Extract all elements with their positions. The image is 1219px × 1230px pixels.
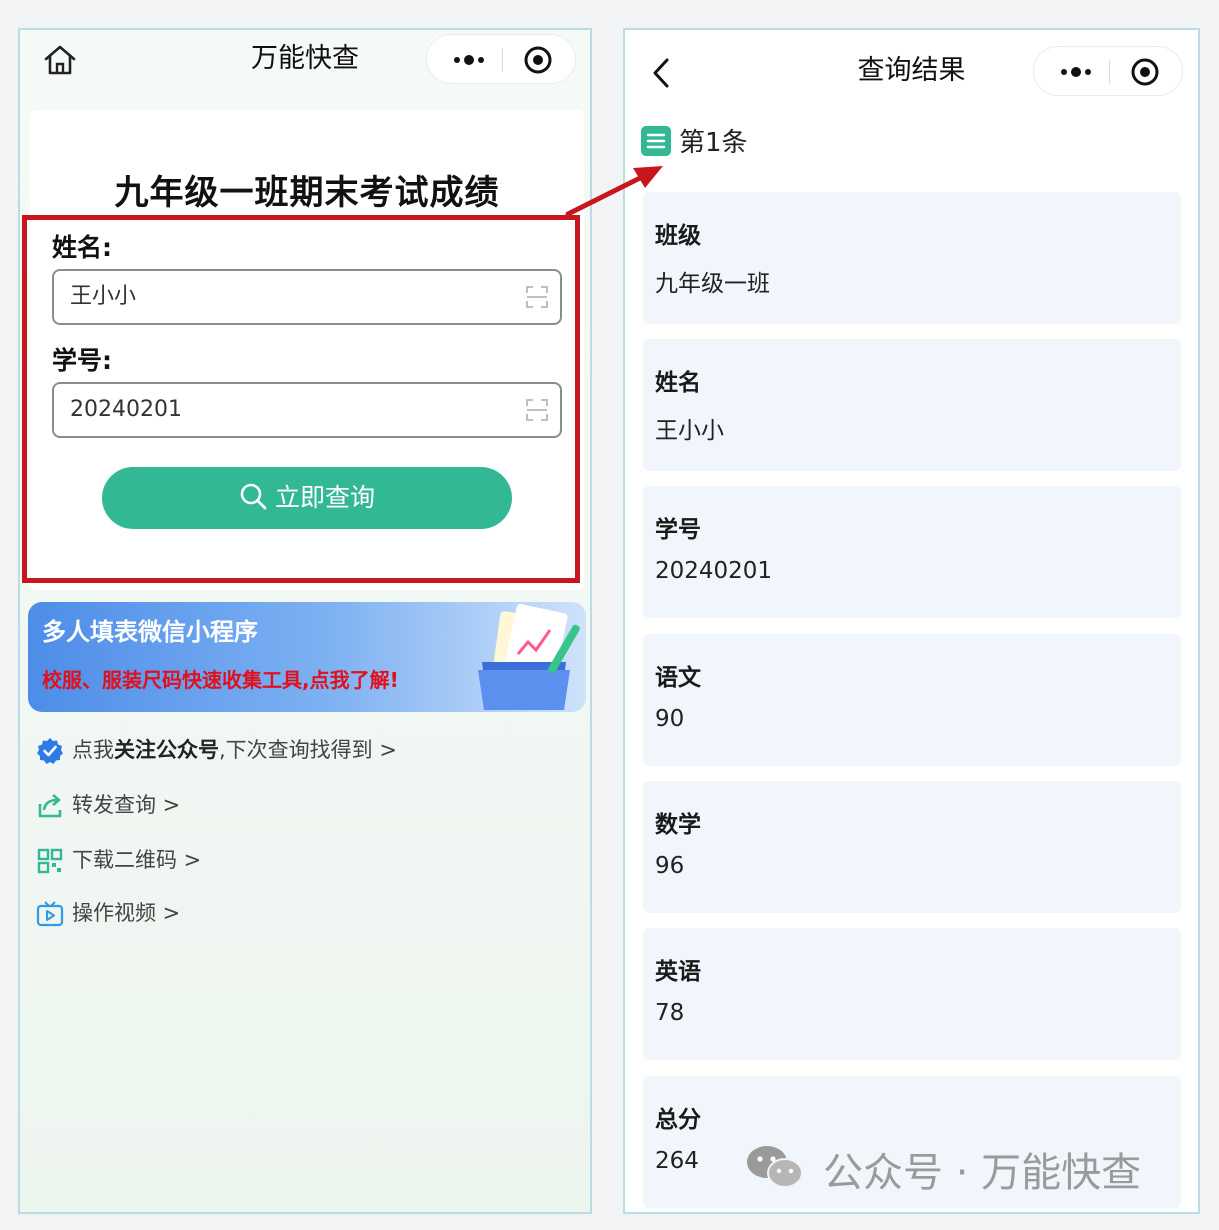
mini-program-capsule xyxy=(1033,46,1183,96)
follow-link-emphasis: 关注公众号 xyxy=(114,738,219,762)
wechat-icon xyxy=(747,1146,803,1188)
result-field-card: 英语 78 xyxy=(643,928,1181,1060)
field-label: 总分 xyxy=(655,1107,701,1133)
close-target-icon[interactable] xyxy=(1130,57,1160,87)
result-field-card: 班级 九年级一班 xyxy=(643,192,1181,324)
download-qr-label: 下载二维码 > xyxy=(72,848,202,872)
follow-link-suffix: ,下次查询找得到 > xyxy=(219,738,397,762)
capsule-divider xyxy=(502,48,503,72)
result-field-card: 学号 20240201 xyxy=(643,486,1181,618)
qr-code-icon xyxy=(37,848,63,874)
right-nav-bar: 查询结果 xyxy=(625,30,1198,110)
capsule-divider xyxy=(1109,60,1110,84)
field-value: 王小小 xyxy=(655,418,724,444)
field-label: 姓名 xyxy=(655,370,701,396)
close-target-icon[interactable] xyxy=(523,45,553,75)
mini-program-capsule xyxy=(426,34,576,84)
form-folder-illustration xyxy=(478,604,580,710)
field-label: 班级 xyxy=(655,223,701,249)
field-value: 96 xyxy=(655,853,685,879)
banner-subtitle: 校服、服装尺码快速收集工具,点我了解! xyxy=(42,668,399,692)
more-dots-icon[interactable] xyxy=(449,35,489,85)
result-field-card: 数学 96 xyxy=(643,781,1181,913)
field-value: 90 xyxy=(655,706,685,732)
banner-title: 多人填表微信小程序 xyxy=(42,618,258,646)
form-title: 九年级一班期末考试成绩 xyxy=(114,173,500,213)
left-nav-bar: 万能快查 xyxy=(20,30,590,104)
share-link-label: 转发查询 > xyxy=(72,793,181,817)
video-play-icon xyxy=(36,901,64,927)
query-page: 万能快查 九年级一班期末考试成绩 姓名: 王小小 学号: 20240201 立即… xyxy=(18,28,592,1214)
result-page: 查询结果 第1条 班级 九年级一班 姓名 王小小 学号 20240201 语文 xyxy=(623,28,1200,1214)
more-dots-icon[interactable] xyxy=(1056,47,1096,97)
field-label: 学号 xyxy=(655,517,701,543)
result-field-card: 语文 90 xyxy=(643,634,1181,766)
field-label: 语文 xyxy=(655,665,701,691)
tutorial-video-label: 操作视频 > xyxy=(72,901,181,925)
promo-banner[interactable]: 多人填表微信小程序 校服、服装尺码快速收集工具,点我了解! xyxy=(28,602,586,712)
list-doc-icon xyxy=(641,126,671,156)
field-value: 78 xyxy=(655,1000,685,1026)
field-label: 英语 xyxy=(655,959,701,985)
verified-badge-icon xyxy=(37,738,63,764)
follow-link-prefix: 点我 xyxy=(72,738,114,762)
highlight-frame xyxy=(22,215,580,583)
field-value: 九年级一班 xyxy=(655,271,770,297)
result-index: 第1条 xyxy=(679,128,748,158)
watermark-text: 公众号 · 万能快查 xyxy=(823,1150,1142,1196)
field-value: 264 xyxy=(655,1148,699,1174)
field-value: 20240201 xyxy=(655,558,773,584)
share-icon xyxy=(38,794,62,818)
field-label: 数学 xyxy=(655,812,701,838)
result-field-card: 姓名 王小小 xyxy=(643,339,1181,471)
